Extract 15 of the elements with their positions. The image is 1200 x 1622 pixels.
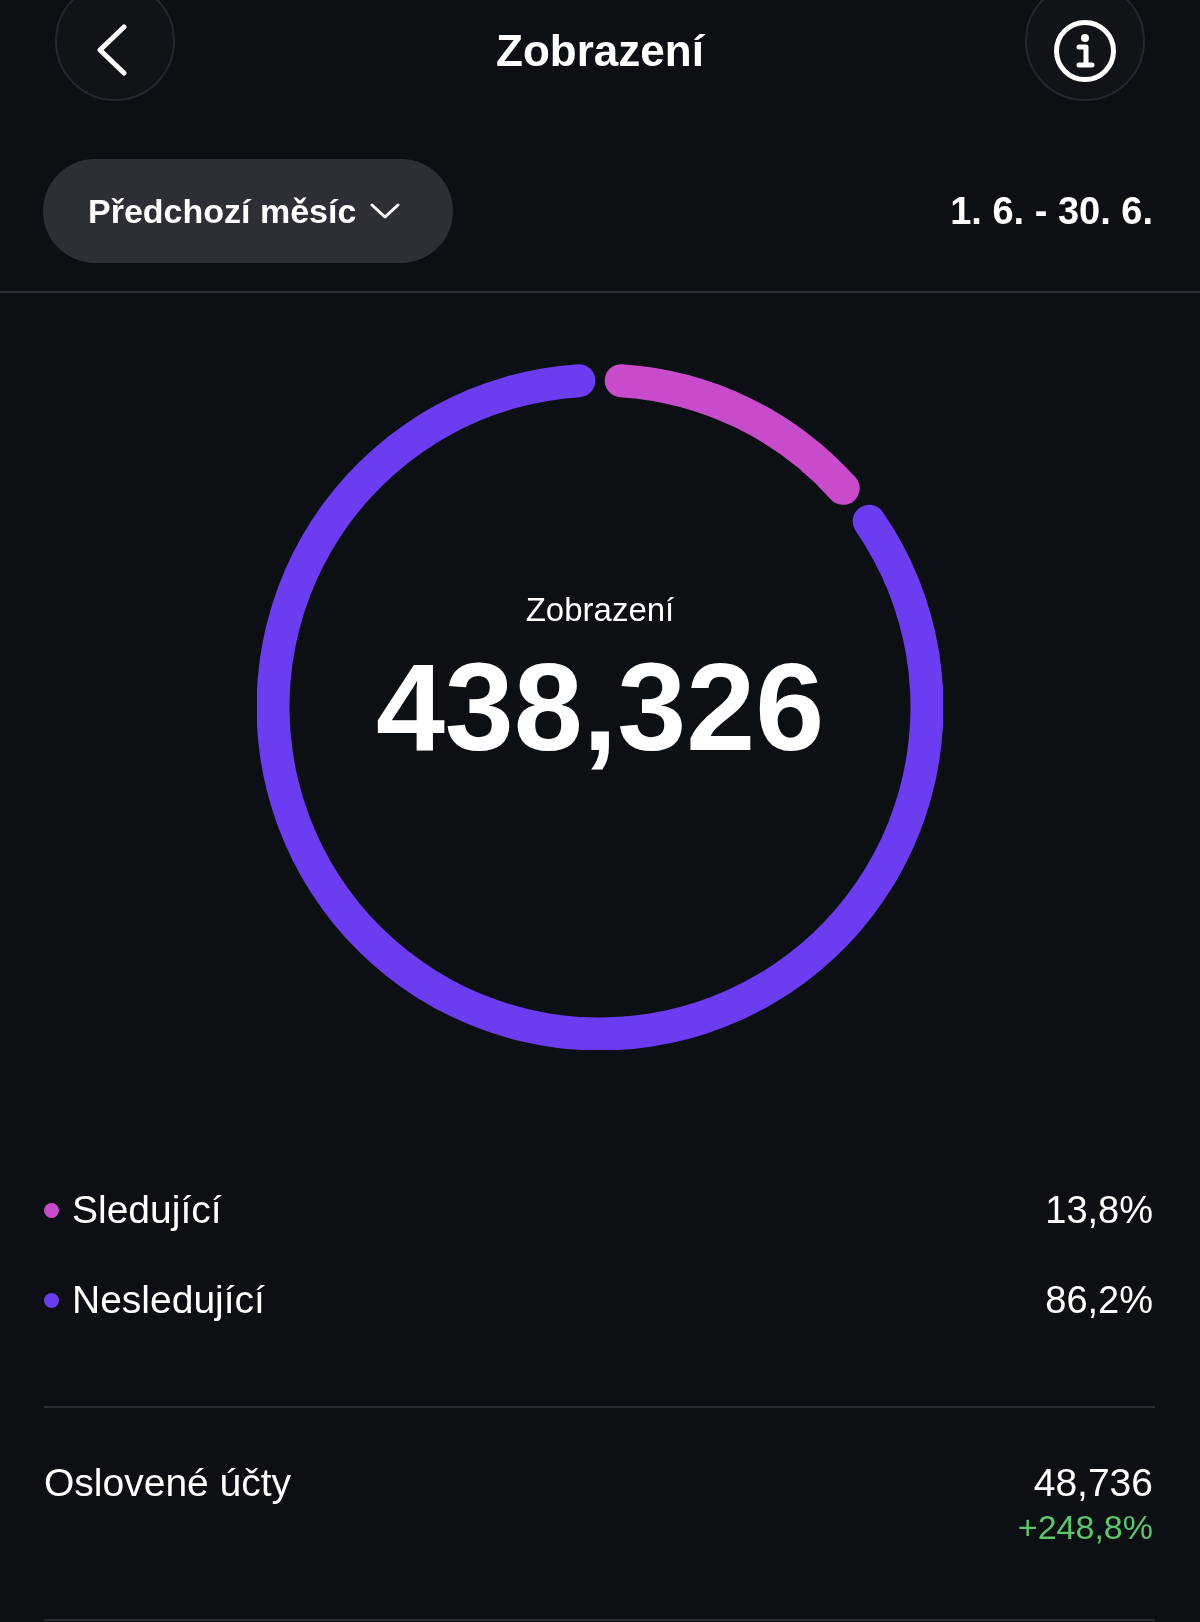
chevron-left-icon	[95, 24, 127, 76]
chart-center-label: Zobrazení	[525, 590, 675, 630]
date-range-label: 1. 6. - 30. 6.	[950, 189, 1153, 233]
metric-change: +248,8%	[1017, 1507, 1153, 1547]
total-views-value: 438,326	[375, 642, 825, 772]
period-dropdown[interactable]: Předchozí měsíc	[43, 159, 453, 263]
legend-label: Sledující	[72, 1187, 222, 1233]
legend-percentage: 86,2%	[1045, 1278, 1153, 1323]
metric-label: Oslovené účty	[44, 1460, 292, 1506]
screen-title: Zobrazení	[496, 26, 704, 76]
caret-icon	[370, 202, 401, 220]
legend-label: Nesledující	[72, 1277, 265, 1323]
metric-value: 48,736	[1033, 1460, 1153, 1506]
info-icon	[1054, 20, 1116, 82]
legend-percentage: 13,8%	[1045, 1188, 1153, 1233]
